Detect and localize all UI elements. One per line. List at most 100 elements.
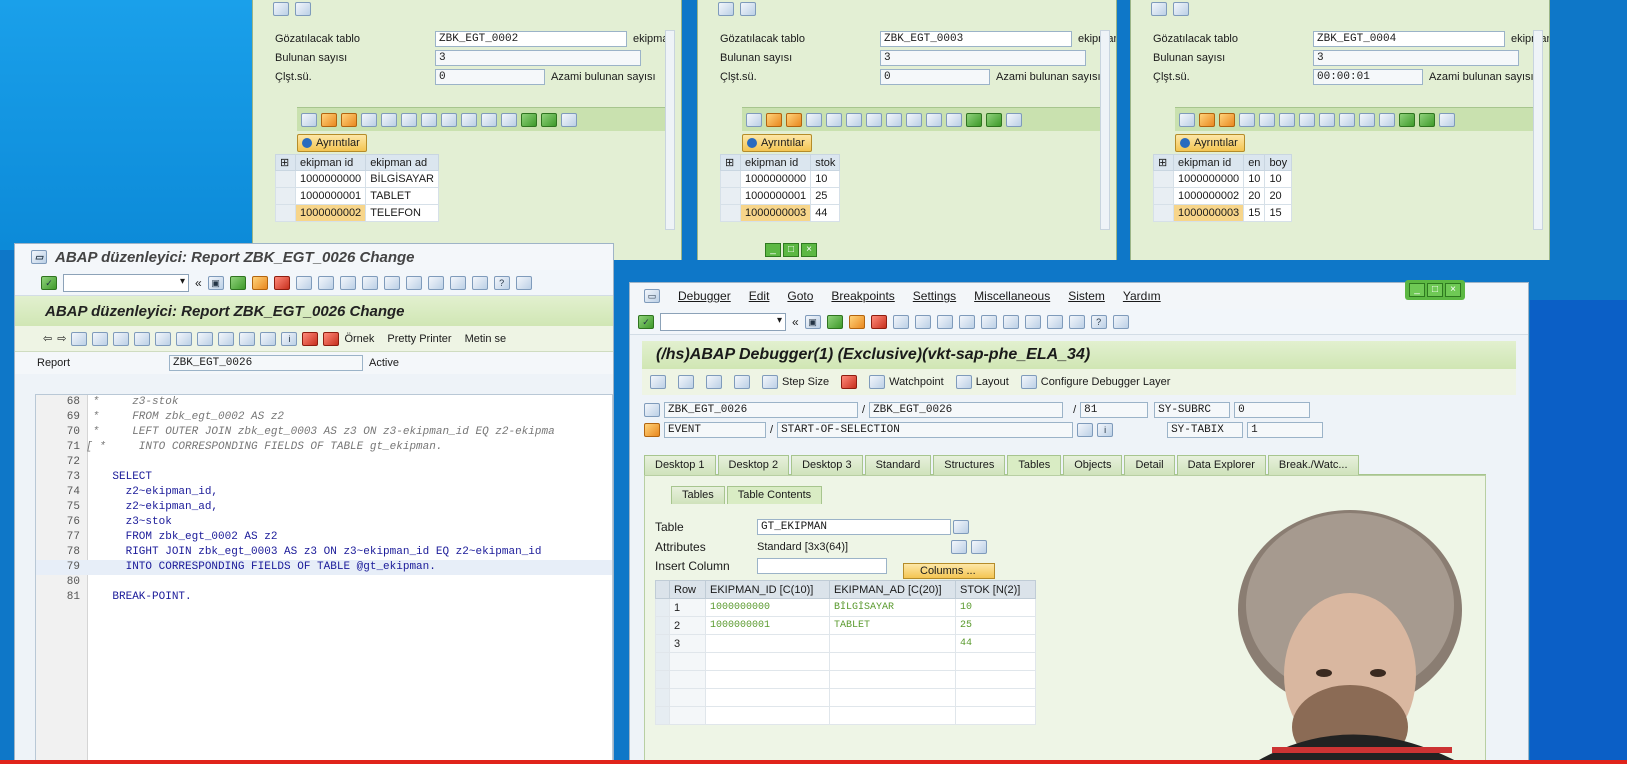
grid-column-header[interactable]: STOK [N(2)]: [955, 580, 1036, 599]
grid-cell[interactable]: 10: [955, 598, 1036, 617]
find-icon[interactable]: [914, 314, 931, 329]
grid-cell[interactable]: 44: [955, 634, 1036, 653]
cut-icon[interactable]: [806, 112, 822, 127]
menu-goto[interactable]: Goto: [787, 289, 813, 303]
insert-row-icon[interactable]: [1339, 112, 1355, 127]
shortcut-icon[interactable]: [1068, 314, 1085, 329]
new-session-icon[interactable]: [449, 275, 466, 290]
copy-icon[interactable]: [1259, 112, 1275, 127]
table-settings-icon[interactable]: ⊞: [275, 154, 296, 171]
table-row[interactable]: 1000000002 20 20: [1153, 187, 1293, 205]
prev-page-icon[interactable]: [980, 314, 997, 329]
cut-icon[interactable]: [361, 112, 377, 127]
undo-icon[interactable]: [1299, 112, 1315, 127]
check-icon[interactable]: [113, 331, 130, 346]
code-line[interactable]: 72: [36, 455, 612, 470]
column-header[interactable]: ekipman id: [1172, 154, 1245, 171]
runtime-field[interactable]: 0: [435, 68, 545, 85]
step-size-button[interactable]: Step Size: [762, 375, 829, 389]
sort-ascending-icon[interactable]: [1399, 112, 1415, 127]
first-page-icon[interactable]: [958, 314, 975, 329]
navigate-source-icon[interactable]: [1077, 423, 1094, 437]
pattern-button[interactable]: Örnek: [344, 333, 374, 345]
paste-icon[interactable]: [846, 112, 862, 127]
tab-desktop-2[interactable]: Desktop 2: [717, 455, 790, 475]
settings-icon[interactable]: [1173, 2, 1189, 16]
sort-ascending-icon[interactable]: [966, 112, 982, 127]
row-selector[interactable]: [655, 670, 670, 689]
report-field[interactable]: ZBK_EGT_0026: [169, 355, 363, 371]
next-page-icon[interactable]: [1002, 314, 1019, 329]
sort-desc-icon[interactable]: [786, 112, 802, 127]
code-line[interactable]: 71 [ * INTO CORRESPONDING FIELDS OF TABLE…: [36, 440, 612, 455]
menu-edit[interactable]: Edit: [749, 289, 770, 303]
first-page-icon[interactable]: [361, 275, 378, 290]
code-line[interactable]: 76 z3~stok: [36, 515, 612, 530]
layout-button[interactable]: Layout: [955, 375, 1009, 389]
row-selector[interactable]: [720, 170, 741, 188]
column-header[interactable]: boy: [1264, 154, 1293, 171]
details-button[interactable]: Ayrıntılar: [297, 134, 367, 152]
single-step-icon[interactable]: [650, 375, 666, 389]
paste-icon[interactable]: [1279, 112, 1295, 127]
back-icon[interactable]: [229, 275, 246, 290]
back-icon[interactable]: [826, 314, 843, 329]
window-menu-icon[interactable]: ▭: [644, 289, 660, 303]
subtab-table-contents[interactable]: Table Contents: [726, 486, 823, 504]
code-line[interactable]: 77 FROM zbk_egt_0002 AS z2: [36, 530, 612, 545]
table-name-field[interactable]: ZBK_EGT_0002: [435, 30, 627, 47]
settings-icon[interactable]: [295, 2, 311, 16]
table-settings-icon[interactable]: ⊞: [720, 154, 741, 171]
configure-layer-button[interactable]: Configure Debugger Layer: [1020, 375, 1170, 389]
exit-icon[interactable]: [848, 314, 865, 329]
column-header[interactable]: ekipman id: [294, 154, 367, 171]
grid-cell[interactable]: [829, 634, 956, 653]
grid-cell[interactable]: BİLGİSAYAR: [829, 598, 956, 617]
pretty-printer-button[interactable]: Pretty Printer: [387, 333, 451, 345]
table-settings-icon[interactable]: ⊞: [1153, 154, 1174, 171]
enter-icon[interactable]: ✓: [638, 314, 654, 329]
stop-icon[interactable]: [841, 375, 858, 389]
line-field[interactable]: 81: [1080, 402, 1149, 418]
table-name-field[interactable]: ZBK_EGT_0003: [880, 30, 1072, 47]
copy-icon[interactable]: [826, 112, 842, 127]
row-selector[interactable]: [720, 187, 741, 205]
menu-sistem[interactable]: Sistem: [1068, 289, 1105, 303]
find-icon[interactable]: [317, 275, 334, 290]
next-page-icon[interactable]: [405, 275, 422, 290]
save-icon[interactable]: ▣: [207, 275, 224, 290]
grid-cell[interactable]: [829, 688, 956, 707]
grid-cell[interactable]: TABLET: [829, 616, 956, 635]
grid-cell[interactable]: 1000000000: [705, 598, 830, 617]
sort-desc-icon[interactable]: [1219, 112, 1235, 127]
menu-settings[interactable]: Settings: [913, 289, 956, 303]
cancel-icon[interactable]: [273, 275, 290, 290]
code-line[interactable]: 68 * z3-stok: [36, 395, 612, 410]
minimize-icon[interactable]: _: [765, 243, 781, 257]
sort-descending-icon[interactable]: [541, 112, 557, 127]
command-field[interactable]: [660, 312, 786, 331]
layout-icon[interactable]: [1112, 314, 1129, 329]
execute-icon[interactable]: [678, 375, 694, 389]
grid-cell[interactable]: [955, 670, 1036, 689]
row-selector[interactable]: [1153, 187, 1174, 205]
delete-row-icon[interactable]: [926, 112, 942, 127]
navigation-icon[interactable]: [218, 331, 235, 346]
table-row[interactable]: 1000000002 TELEFON: [275, 204, 439, 222]
close-icon[interactable]: ×: [1445, 283, 1461, 297]
insert-row-icon[interactable]: [461, 112, 477, 127]
row-selector[interactable]: [655, 652, 670, 671]
code-line[interactable]: 78 RIGHT JOIN zbk_egt_0003 AS z3 ON z3~e…: [36, 545, 612, 560]
tab-tables[interactable]: Tables: [1007, 455, 1062, 475]
sy-subrc-field[interactable]: 0: [1234, 402, 1311, 418]
undo-icon[interactable]: [866, 112, 882, 127]
row-selector[interactable]: [1153, 170, 1174, 188]
sort-asc-icon[interactable]: [1199, 112, 1215, 127]
row-selector[interactable]: [720, 204, 741, 222]
grid-row[interactable]: 1 1000000000 BİLGİSAYAR 10: [655, 598, 1036, 617]
column-header[interactable]: ekipman id: [739, 154, 812, 171]
grid-cell[interactable]: 25: [955, 616, 1036, 635]
prev-page-icon[interactable]: [383, 275, 400, 290]
column-header[interactable]: ekipman ad: [365, 154, 439, 171]
edit-icon[interactable]: [951, 539, 967, 554]
